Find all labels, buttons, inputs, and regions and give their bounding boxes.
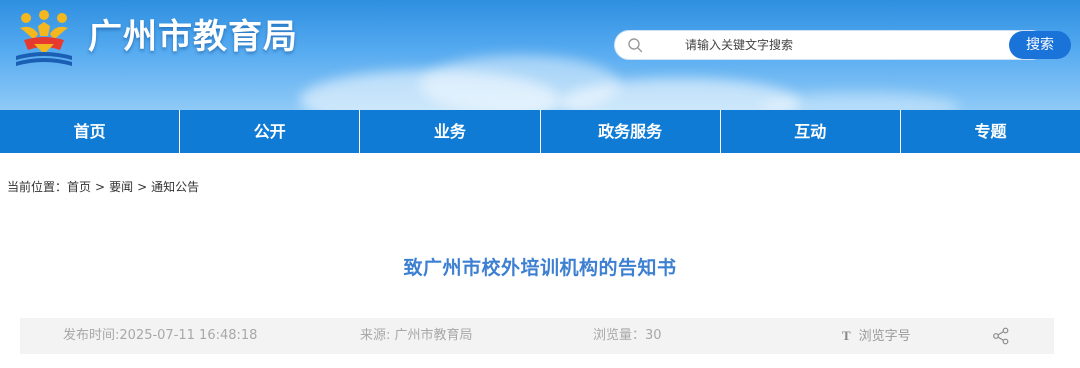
- nav-item-topics[interactable]: 专题: [901, 110, 1080, 153]
- publish-time: 发布时间:2025-07-11 16:48:18: [63, 328, 258, 343]
- share-icon[interactable]: [992, 327, 1010, 345]
- font-size-label[interactable]: 浏览字号: [859, 329, 911, 344]
- breadcrumb-prefix: 当前位置：: [7, 180, 68, 194]
- breadcrumb-separator: >: [137, 180, 148, 194]
- font-size-icon[interactable]: T: [842, 328, 851, 343]
- nav-item-business[interactable]: 业务: [360, 110, 541, 153]
- search-box[interactable]: [614, 30, 1046, 60]
- source-label: 来源:: [360, 328, 395, 343]
- site-title[interactable]: 广州市教育局: [88, 12, 298, 62]
- breadcrumb-item-notices[interactable]: 通知公告: [151, 178, 199, 195]
- nav-item-government-services[interactable]: 政务服务: [541, 110, 721, 153]
- source-value: 广州市教育局: [394, 328, 473, 343]
- nav-item-interaction[interactable]: 互动: [721, 110, 901, 153]
- article-meta-bar: 发布时间:2025-07-11 16:48:18 来源: 广州市教育局 浏览量：…: [20, 318, 1054, 354]
- nav-item-home[interactable]: 首页: [0, 110, 181, 153]
- article-source: 来源: 广州市教育局: [360, 318, 473, 354]
- search-input[interactable]: [659, 35, 999, 55]
- breadcrumb: 当前位置：首页 > 要闻 > 通知公告: [7, 178, 199, 195]
- search-button[interactable]: 搜索: [1009, 31, 1071, 59]
- view-count: 浏览量：30: [593, 328, 662, 343]
- article-title: 致广州市校外培训机构的告知书: [403, 257, 677, 279]
- nav-item-public[interactable]: 公开: [180, 110, 361, 153]
- search-icon[interactable]: [627, 37, 643, 53]
- breadcrumb-separator: >: [95, 180, 106, 194]
- font-size-control[interactable]: T 浏览字号: [842, 318, 911, 355]
- guangzhou-education-logo-icon[interactable]: [12, 10, 76, 72]
- breadcrumb-item-news[interactable]: 要闻: [109, 178, 133, 195]
- breadcrumb-item-home[interactable]: 首页: [67, 178, 91, 195]
- main-nav: 首页 公开 业务 政务服务 互动 专题: [0, 110, 1080, 153]
